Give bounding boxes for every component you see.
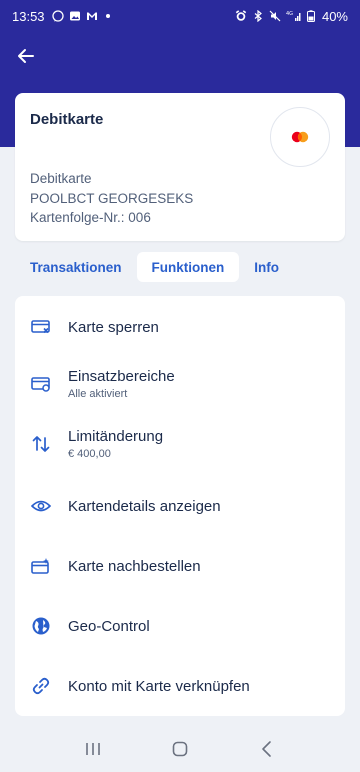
home-icon: [172, 741, 188, 757]
chevron-left-icon: [261, 741, 271, 757]
globe-icon: [30, 615, 52, 637]
card-holder: POOLBCT GEORGESEKS: [30, 190, 194, 206]
menu-label: Limitänderung: [68, 428, 164, 445]
status-bar: 13:53 4G 40%: [0, 0, 360, 32]
mastercard-icon: [291, 131, 309, 143]
recent-apps-icon: [86, 743, 101, 755]
menu-label: Geo-Control: [68, 617, 150, 635]
card-title: Debitkarte: [30, 111, 104, 128]
menu-text: Kartendetails anzeigen: [68, 498, 221, 515]
menu-sublabel: Alle aktiviert: [68, 388, 128, 400]
menu-item-kartendetails[interactable]: Kartendetails anzeigen: [15, 480, 345, 532]
menu-label: Kartendetails anzeigen: [68, 497, 221, 515]
menu-text: Konto mit Karte verknüpfen: [68, 678, 250, 695]
card-panel: Debitkarte Debitkarte POOLBCT GEORGESEKS…: [15, 93, 345, 241]
tab-funktionen[interactable]: Funktionen: [136, 252, 240, 282]
svg-text:4G: 4G: [286, 11, 293, 17]
notification-dot: [105, 14, 110, 18]
tab-info[interactable]: Info: [239, 252, 294, 282]
recent-apps-button[interactable]: [73, 734, 113, 764]
card-block-icon: [30, 316, 52, 338]
menu-text: Karte sperren: [68, 319, 159, 336]
bluetooth-icon: [254, 10, 262, 22]
tab-bar: Transaktionen Funktionen Info: [15, 252, 294, 282]
menu-text: Limitänderung € 400,00: [68, 428, 163, 460]
mastercard-logo: [270, 107, 330, 167]
whatsapp-icon: [51, 10, 64, 22]
menu-item-einsatzbereiche[interactable]: Einsatzbereiche Alle aktiviert: [15, 358, 345, 410]
alarm-icon: [235, 10, 247, 21]
menu-item-limitaenderung[interactable]: Limitänderung € 400,00: [15, 418, 345, 470]
menu-sublabel: € 400,00: [68, 448, 111, 460]
menu-label: Konto mit Karte verknüpfen: [68, 677, 250, 695]
gallery-icon: [69, 11, 80, 21]
card-details: Debitkarte POOLBCT GEORGESEKS Kartenfolg…: [30, 169, 193, 228]
system-nav-bar: [0, 726, 360, 772]
mute-icon: [269, 10, 281, 22]
card-settings-icon: [30, 373, 52, 395]
menu-item-karte-nachbestellen[interactable]: Karte nachbestellen: [15, 540, 345, 592]
tab-transaktionen[interactable]: Transaktionen: [15, 252, 137, 282]
back-nav-button[interactable]: [247, 734, 287, 764]
card-sparkle-icon: [30, 555, 52, 577]
status-time: 13:53: [12, 8, 45, 24]
battery-percentage: 40%: [321, 8, 348, 24]
card-type: Debitkarte: [30, 171, 92, 186]
signal-icon: 4G: [286, 11, 301, 21]
eye-icon: [30, 495, 52, 517]
menu-label: Einsatzbereiche: [68, 368, 175, 385]
menu-text: Geo-Control: [68, 618, 150, 635]
mail-icon: [86, 12, 97, 20]
menu-item-konto-verknuepfen[interactable]: Konto mit Karte verknüpfen: [15, 660, 345, 712]
battery-icon: [306, 10, 315, 22]
arrows-up-down-icon: [30, 433, 52, 455]
status-left: 13:53: [12, 9, 110, 24]
menu-text: Karte nachbestellen: [68, 558, 201, 575]
menu-label: Karte sperren: [68, 318, 159, 336]
menu-item-karte-sperren[interactable]: Karte sperren: [15, 301, 345, 353]
menu-text: Einsatzbereiche Alle aktiviert: [68, 368, 175, 400]
menu-item-geo-control[interactable]: Geo-Control: [15, 600, 345, 652]
home-button[interactable]: [160, 734, 200, 764]
link-icon: [30, 675, 52, 697]
arrow-left-icon: [18, 49, 34, 63]
menu-label: Karte nachbestellen: [68, 557, 201, 575]
back-button[interactable]: [12, 42, 40, 70]
status-right: 4G 40%: [235, 9, 348, 24]
card-sequence-number: Kartenfolge-Nr.: 006: [30, 210, 151, 225]
functions-list: Karte sperren Einsatzbereiche Alle aktiv…: [15, 296, 345, 716]
